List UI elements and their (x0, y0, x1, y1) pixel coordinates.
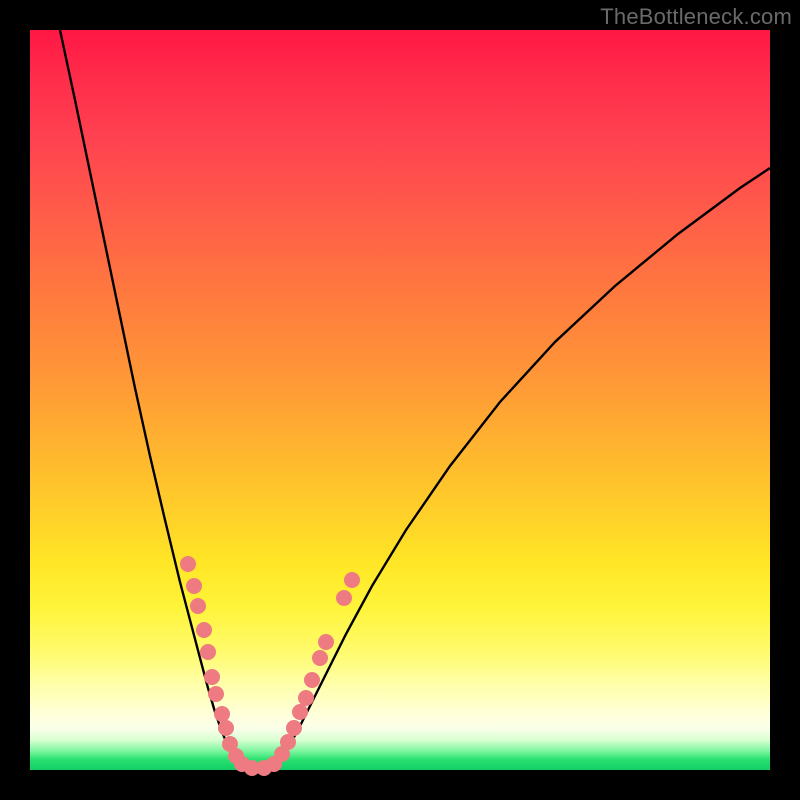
curve-path (60, 30, 770, 770)
watermark-text: TheBottleneck.com (600, 4, 792, 30)
highlight-marker (180, 556, 196, 572)
highlight-marker (304, 672, 320, 688)
highlight-marker (196, 622, 212, 638)
highlight-marker (292, 704, 308, 720)
highlight-marker (344, 572, 360, 588)
highlight-marker (186, 578, 202, 594)
highlight-marker (208, 686, 224, 702)
highlight-marker (204, 669, 220, 685)
highlight-marker (336, 590, 352, 606)
highlight-marker (318, 634, 334, 650)
highlight-marker (312, 650, 328, 666)
bottleneck-curve (30, 30, 770, 770)
highlight-marker (200, 644, 216, 660)
chart-frame (30, 30, 770, 770)
highlight-marker (190, 598, 206, 614)
highlight-marker (298, 690, 314, 706)
highlight-marker (286, 720, 302, 736)
highlight-marker (280, 734, 296, 750)
highlight-marker (218, 720, 234, 736)
